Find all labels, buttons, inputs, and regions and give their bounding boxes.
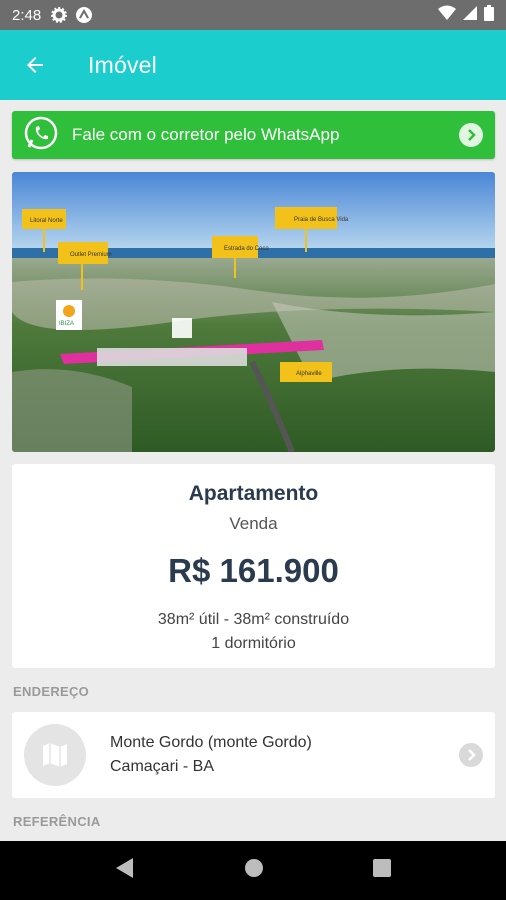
- rooms-info: 1 dormitório: [211, 635, 296, 652]
- svg-text:Praia de Busca Vida: Praia de Busca Vida: [294, 217, 349, 223]
- chevron-right-icon: [459, 743, 483, 767]
- status-time: 2:48: [12, 6, 42, 24]
- address-card[interactable]: Monte Gordo (monte Gordo) Camaçari - BA: [12, 712, 495, 798]
- listing-info-card: Apartamento Venda R$ 161.900 38m² útil -…: [12, 464, 495, 668]
- wifi-icon: [438, 5, 456, 25]
- signal-icon: [462, 5, 478, 25]
- price: R$ 161.900: [168, 552, 339, 589]
- svg-text:Outlet Premium: Outlet Premium: [70, 252, 112, 258]
- battery-icon: [484, 5, 494, 25]
- recents-square-icon[interactable]: [373, 859, 392, 882]
- photo-tag-alphaville: Alphaville: [280, 362, 332, 382]
- back-triangle-icon[interactable]: [115, 857, 135, 884]
- svg-text:Litoral Norte: Litoral Norte: [30, 218, 63, 224]
- address-section-label: ENDEREÇO: [13, 684, 90, 699]
- reference-section-label: REFERÊNCIA: [13, 814, 101, 829]
- photo-tag-ibiza: IBIZA: [56, 300, 82, 330]
- system-nav-bar: [0, 841, 506, 900]
- property-photo[interactable]: Litoral Norte Outlet Premium Estrada do …: [12, 172, 495, 452]
- home-circle-icon[interactable]: [244, 858, 264, 883]
- content-scroll[interactable]: Fale com o corretor pelo WhatsApp Litora…: [0, 100, 506, 841]
- app-bar: Imóvel: [0, 30, 506, 100]
- settings-icon: [51, 7, 68, 23]
- deal-type: Venda: [229, 514, 278, 533]
- address-line2: Camaçari - BA: [110, 758, 215, 775]
- area-info: 38m² útil - 38m² construído: [157, 611, 350, 628]
- whatsapp-icon: [24, 116, 58, 155]
- address-line1: Monte Gordo (monte Gordo): [110, 734, 312, 751]
- app-notification-icon: [75, 6, 93, 24]
- svg-text:Estrada do Coco: Estrada do Coco: [224, 246, 269, 252]
- svg-text:IBIZA: IBIZA: [59, 321, 74, 327]
- property-type: Apartamento: [188, 482, 319, 505]
- arrow-left-icon: [27, 57, 43, 73]
- chevron-right-icon: [459, 123, 483, 147]
- page-title: Imóvel: [88, 51, 157, 78]
- whatsapp-label: Fale com o corretor pelo WhatsApp: [72, 125, 340, 144]
- svg-text:Alphaville: Alphaville: [296, 371, 322, 377]
- back-button[interactable]: [0, 30, 70, 100]
- whatsapp-contact-button[interactable]: Fale com o corretor pelo WhatsApp: [12, 111, 495, 159]
- status-bar: 2:48: [0, 0, 506, 30]
- map-icon: [24, 724, 86, 786]
